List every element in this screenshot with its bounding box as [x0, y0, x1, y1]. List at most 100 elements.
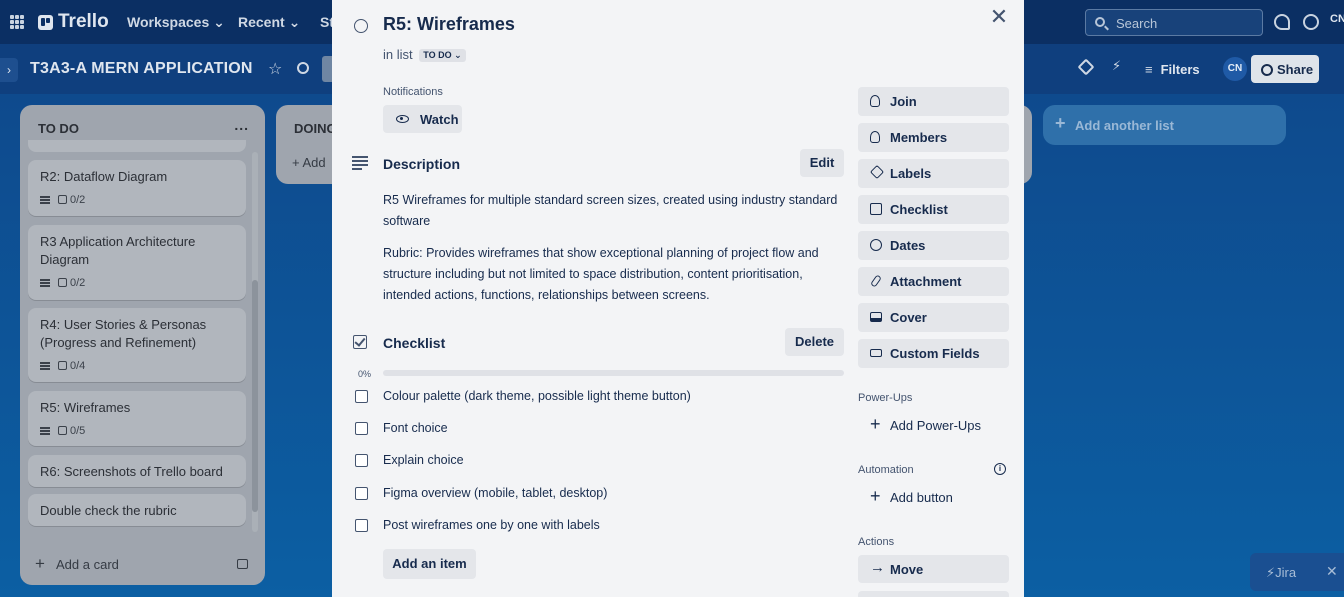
app-switcher-icon[interactable] [10, 15, 24, 29]
add-button-button[interactable]: Add button [858, 483, 1009, 512]
labels-button[interactable]: Labels [858, 159, 1009, 188]
powerup-icon[interactable] [1077, 58, 1095, 76]
card-title: R5: Wireframes [40, 400, 131, 415]
user-avatar[interactable]: CN [1330, 13, 1344, 25]
share-button[interactable]: Share [1251, 55, 1319, 83]
checklist-item[interactable]: Post wireframes one by one with labels [332, 518, 852, 540]
visibility-icon[interactable] [297, 62, 309, 74]
checkbox[interactable] [355, 454, 368, 467]
cover-button[interactable]: Cover [858, 303, 1009, 332]
card-r2[interactable]: R2: Dataflow Diagram 0/2 [28, 160, 246, 216]
info-icon[interactable]: i [994, 463, 1006, 475]
card-badges: 0/5 [40, 422, 234, 440]
checkbox[interactable] [355, 422, 368, 435]
description-icon [40, 196, 50, 204]
checklist-icon [58, 361, 67, 370]
move-button[interactable]: → Move [858, 555, 1009, 583]
automation-icon[interactable]: ⚡ [1112, 58, 1124, 73]
search-icon [1095, 17, 1105, 27]
filters-button[interactable]: ≡ Filters [1145, 62, 1200, 77]
member-avatar[interactable]: CN [1223, 57, 1247, 81]
card-partial[interactable] [28, 140, 246, 152]
card-badges: 0/2 [40, 274, 234, 292]
card-rubric[interactable]: Double check the rubric [28, 494, 246, 526]
checkbox[interactable] [355, 519, 368, 532]
powerups-label: Power-Ups [858, 392, 913, 404]
jira-icon: ⚡ [1266, 565, 1276, 580]
description-paragraph: Rubric: Provides wireframes that show ex… [383, 246, 819, 302]
cover-icon [870, 312, 882, 322]
jira-widget[interactable]: ⚡Jira ✕ [1250, 553, 1344, 591]
description-paragraph: R5 Wireframes for multiple standard scre… [383, 193, 838, 228]
list-selector[interactable]: TO DO ⌄ [419, 49, 466, 62]
card-complete-toggle[interactable] [354, 19, 368, 33]
add-card-button[interactable]: Add a card [35, 554, 119, 574]
checklist-item[interactable]: Explain choice [332, 453, 852, 475]
close-icon[interactable]: ✕ [988, 6, 1010, 28]
delete-checklist-button[interactable]: Delete [785, 328, 844, 356]
card-r3[interactable]: R3 Application Architecture Diagram 0/2 [28, 225, 246, 300]
trello-logo[interactable]: Trello [38, 11, 109, 33]
card-r6[interactable]: R6: Screenshots of Trello board [28, 455, 246, 487]
list-title[interactable]: DOING [294, 121, 337, 136]
checklist-item[interactable]: Colour palette (dark theme, possible lig… [332, 389, 852, 411]
checklist-item[interactable]: Font choice [332, 421, 852, 443]
checklist-item-text[interactable]: Figma overview (mobile, tablet, desktop) [383, 486, 607, 500]
clock-icon [870, 239, 882, 251]
nav-recent[interactable]: Recent ⌄ [238, 14, 300, 31]
custom-fields-icon [870, 349, 882, 357]
checkbox[interactable] [355, 390, 368, 403]
join-icon [870, 95, 880, 107]
paperclip-icon [870, 274, 882, 288]
edit-description-button[interactable]: Edit [800, 149, 844, 177]
add-card-button[interactable]: + Add [292, 155, 326, 170]
sidebar-expand-button[interactable]: › [0, 58, 18, 82]
checklist-icon [870, 203, 882, 215]
list-scrollbar-thumb[interactable] [252, 280, 258, 512]
description-icon [40, 427, 50, 435]
add-list-button[interactable]: Add another list [1043, 105, 1286, 145]
checklist-item[interactable]: Figma overview (mobile, tablet, desktop) [332, 486, 852, 508]
nav-workspaces[interactable]: Workspaces ⌄ [127, 14, 225, 31]
checklist-item-text[interactable]: Colour palette (dark theme, possible lig… [383, 389, 691, 403]
attachment-button[interactable]: Attachment [858, 267, 1009, 296]
card-title: R2: Dataflow Diagram [40, 169, 168, 184]
notifications-icon[interactable] [1274, 14, 1290, 30]
checklist-icon [58, 278, 67, 287]
list-menu-icon[interactable]: ... [234, 117, 249, 133]
checklist-heading[interactable]: Checklist [383, 335, 445, 351]
board-title[interactable]: T3A3-A MERN APPLICATION [30, 60, 253, 78]
checkbox[interactable] [355, 487, 368, 500]
checklist-button[interactable]: Checklist [858, 195, 1009, 224]
add-powerups-button[interactable]: Add Power-Ups [858, 411, 1009, 440]
search-input[interactable]: Search [1085, 9, 1263, 36]
checklist-item-text[interactable]: Post wireframes one by one with labels [383, 518, 600, 532]
watch-button[interactable]: Watch [383, 105, 462, 133]
card-badges: 0/2 [40, 191, 234, 209]
members-icon [870, 131, 880, 143]
description-icon [40, 362, 50, 370]
list-title[interactable]: TO DO [38, 121, 79, 136]
members-button[interactable]: Members [858, 123, 1009, 152]
card-template-icon[interactable] [237, 559, 248, 569]
copy-button[interactable] [858, 591, 1009, 597]
checklist-progress-percent: 0% [358, 369, 372, 379]
help-icon[interactable] [1303, 14, 1319, 30]
star-icon[interactable]: ☆ [268, 59, 282, 79]
card-r5[interactable]: R5: Wireframes 0/5 [28, 391, 246, 446]
join-button[interactable]: Join [858, 87, 1009, 116]
list-breadcrumb: in list TO DO ⌄ [383, 47, 466, 62]
card-badges: 0/4 [40, 357, 234, 375]
description-icon [40, 279, 50, 287]
checklist-item-text[interactable]: Explain choice [383, 453, 464, 467]
description-heading: Description [383, 156, 461, 172]
eye-icon [396, 115, 409, 123]
checklist-item-text[interactable]: Font choice [383, 421, 448, 435]
close-icon[interactable]: ✕ [1326, 563, 1338, 580]
add-item-button[interactable]: Add an item [383, 549, 476, 579]
description-text[interactable]: R5 Wireframes for multiple standard scre… [383, 190, 843, 317]
card-title[interactable]: R5: Wireframes [383, 14, 515, 35]
card-r4[interactable]: R4: User Stories & Personas (Progress an… [28, 308, 246, 382]
dates-button[interactable]: Dates [858, 231, 1009, 260]
custom-fields-button[interactable]: Custom Fields [858, 339, 1009, 368]
